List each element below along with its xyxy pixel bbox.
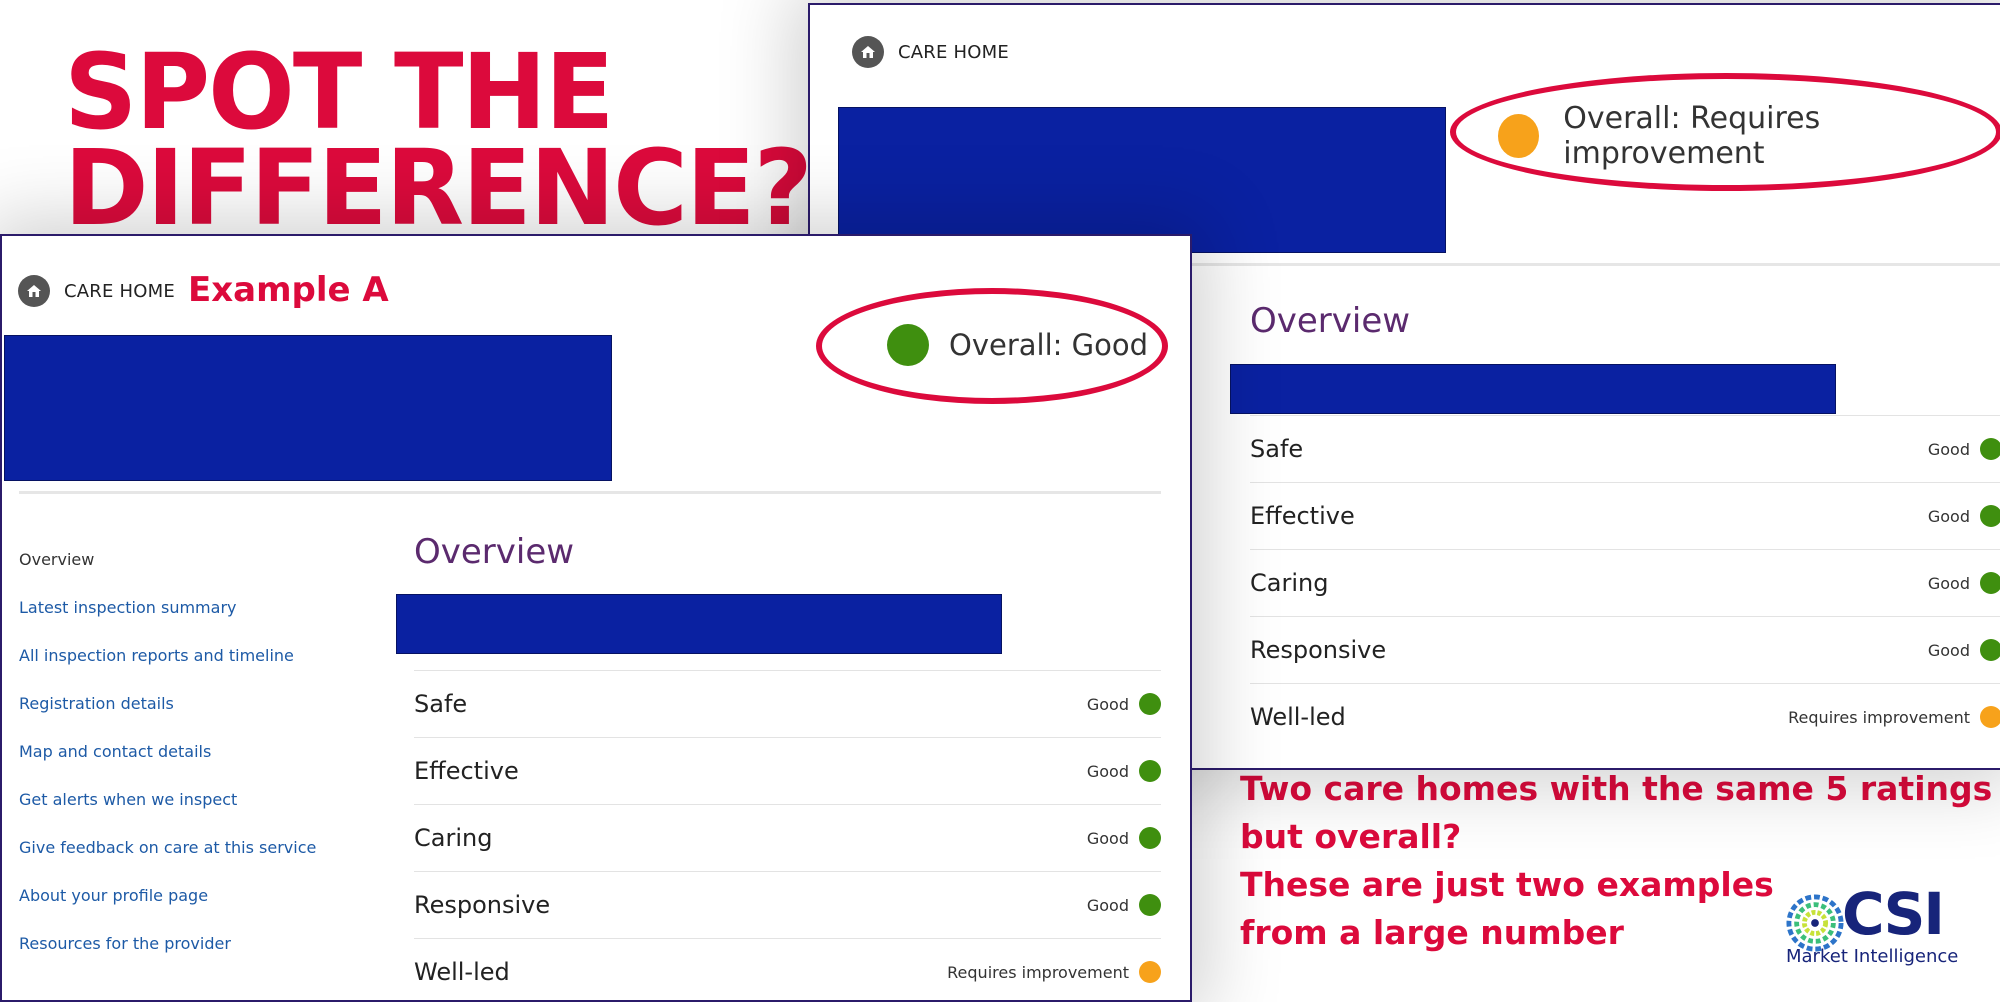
caption-line: but overall?	[1240, 817, 1462, 856]
rating-value: Good	[1927, 506, 1970, 526]
rating-row: Responsive Good	[414, 871, 1161, 938]
care-home-label: CARE HOME	[18, 275, 175, 307]
rating-dot	[1980, 505, 2000, 527]
rating-row: Caring Good	[414, 804, 1161, 871]
rating-value: Good	[1086, 761, 1129, 781]
rating-dot	[1139, 827, 1161, 849]
nav-item-latest-inspection-summary[interactable]: Latest inspection summary	[19, 584, 316, 632]
rating-name: Effective	[414, 757, 519, 785]
rating-dot	[1139, 961, 1161, 983]
rating-dot	[1980, 639, 2000, 661]
rating-dot	[1980, 706, 2000, 728]
overview-title: Overview	[414, 532, 575, 572]
rating-dot	[1139, 894, 1161, 916]
caption-line: Two care homes with the same 5 ratings	[1240, 769, 1993, 808]
redacted-address-block	[1230, 364, 1836, 414]
redacted-address-block	[396, 594, 1002, 654]
service-type: CARE HOME	[898, 41, 1009, 63]
rating-value: Good	[1086, 694, 1129, 714]
rating-value: Good	[1086, 828, 1129, 848]
nav-item-resources-for-provider[interactable]: Resources for the provider	[19, 920, 316, 968]
overview-title: Overview	[1250, 301, 1411, 341]
nav-item-get-alerts[interactable]: Get alerts when we inspect	[19, 776, 316, 824]
headline: SPOT THE DIFFERENCE?	[64, 31, 813, 249]
nav-item-all-inspection-reports[interactable]: All inspection reports and timeline	[19, 632, 316, 680]
rating-dot	[1139, 693, 1161, 715]
highlight-ring	[816, 288, 1168, 404]
rating-row: Responsive Good	[1250, 616, 2000, 683]
rating-row: Effective Good	[414, 737, 1161, 804]
rating-row: Effective Good	[1250, 482, 2000, 549]
rating-name: Caring	[1250, 569, 1329, 597]
highlight-ring	[1450, 73, 2000, 191]
nav-item-registration-details[interactable]: Registration details	[19, 680, 316, 728]
rating-dot	[1980, 572, 2000, 594]
rating-value: Good	[1927, 439, 1970, 459]
rating-row: Well-led Requires improvement	[414, 938, 1161, 1000]
rating-dot	[1139, 760, 1161, 782]
rating-dot	[1980, 438, 2000, 460]
rating-row: Safe Good	[1250, 415, 2000, 482]
logo-tagline: Market Intelligence	[1786, 946, 1959, 967]
nav-item-about-profile[interactable]: About your profile page	[19, 872, 316, 920]
rating-value: Requires improvement	[947, 962, 1129, 982]
nav-item-map-and-contact[interactable]: Map and contact details	[19, 728, 316, 776]
rating-value: Good	[1927, 573, 1970, 593]
divider	[19, 491, 1161, 494]
rating-name: Well-led	[1250, 703, 1346, 731]
rating-row: Well-led Requires improvement	[1250, 683, 2000, 750]
example-a-panel: CARE HOME Example A Overall: Good Overvi…	[0, 234, 1192, 1002]
rating-row: Safe Good	[414, 670, 1161, 737]
rating-name: Safe	[414, 690, 468, 718]
care-home-icon	[18, 275, 50, 307]
rating-value: Requires improvement	[1788, 707, 1970, 727]
service-type: CARE HOME	[64, 280, 175, 302]
rating-row: Caring Good	[1250, 549, 2000, 616]
nav-item-give-feedback[interactable]: Give feedback on care at this service	[19, 824, 316, 872]
rating-value: Good	[1927, 640, 1970, 660]
example-label: Example A	[188, 270, 389, 310]
rating-name: Responsive	[414, 891, 551, 919]
rating-name: Effective	[1250, 502, 1355, 530]
rating-name: Caring	[414, 824, 493, 852]
csi-logo: CSI Market Intelligence	[1786, 880, 1959, 972]
redacted-name-block	[4, 335, 612, 481]
rating-name: Responsive	[1250, 636, 1387, 664]
care-home-label: CARE HOME	[852, 36, 1009, 68]
profile-nav: Overview Latest inspection summary All i…	[19, 536, 316, 968]
nav-item-overview[interactable]: Overview	[19, 536, 316, 584]
care-home-icon	[852, 36, 884, 68]
csi-logo-icon	[1786, 894, 1844, 952]
rating-name: Safe	[1250, 435, 1304, 463]
redacted-name-block	[838, 107, 1446, 253]
logo-name: CSI	[1842, 880, 1945, 948]
rating-name: Well-led	[414, 958, 510, 986]
rating-value: Good	[1086, 895, 1129, 915]
